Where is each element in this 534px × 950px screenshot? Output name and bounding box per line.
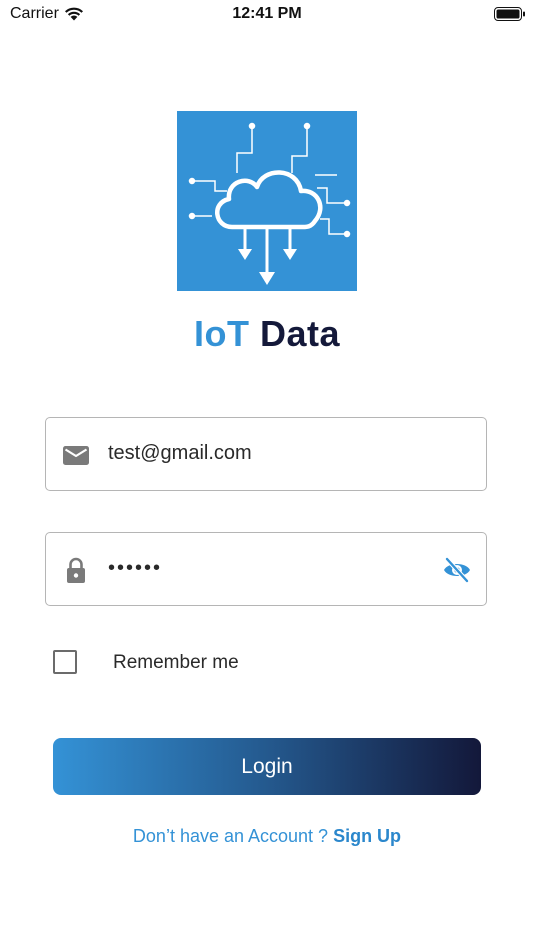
- login-button[interactable]: Login: [53, 738, 481, 795]
- signup-prompt: Don’t have an Account ? Sign Up: [0, 826, 534, 847]
- signup-prompt-text: Don’t have an Account ?: [132, 826, 334, 846]
- app-title-main: Data: [259, 313, 341, 354]
- lock-icon: [67, 557, 85, 583]
- password-field[interactable]: ••••••: [45, 532, 487, 606]
- email-input[interactable]: [108, 442, 428, 465]
- remember-me-checkbox[interactable]: [53, 650, 77, 674]
- app-title-accent: IoT: [193, 313, 250, 354]
- battery-icon: [494, 7, 525, 21]
- clock: 12:41 PM: [232, 5, 302, 22]
- remember-me-label[interactable]: Remember me: [113, 652, 239, 674]
- cloud-circuit-icon: [177, 111, 357, 291]
- eye-off-icon[interactable]: [442, 556, 472, 584]
- password-input[interactable]: ••••••: [108, 557, 162, 580]
- status-bar: Carrier 12:41 PM: [0, 0, 534, 30]
- signup-link[interactable]: Sign Up: [333, 826, 401, 846]
- mail-icon: [63, 446, 89, 465]
- app-title: IoT Data: [0, 313, 534, 355]
- email-field[interactable]: [45, 417, 487, 491]
